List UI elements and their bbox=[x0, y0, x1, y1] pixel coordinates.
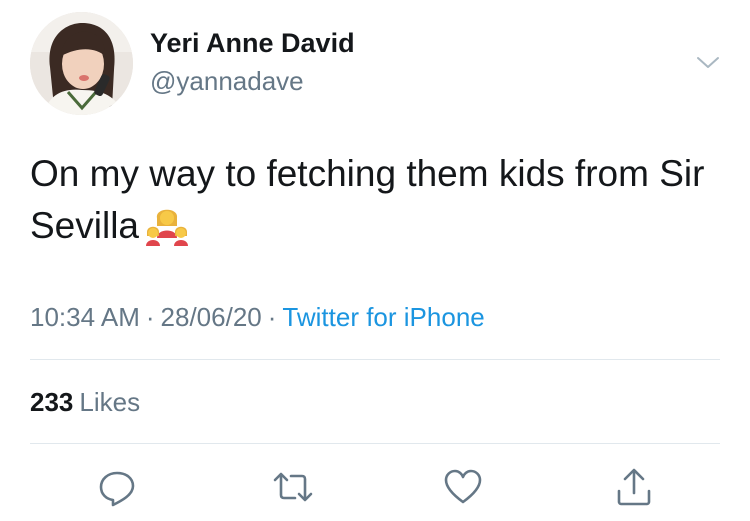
author-display-name[interactable]: Yeri Anne David bbox=[150, 28, 355, 59]
likes-stat[interactable]: 233 Likes bbox=[30, 387, 140, 418]
share-button[interactable] bbox=[614, 467, 654, 507]
divider bbox=[30, 443, 720, 444]
tweet-text-content: On my way to fetching them kids from Sir… bbox=[30, 153, 705, 246]
tweet-meta: 10:34 AM · 28/06/20 · Twitter for iPhone bbox=[30, 302, 485, 333]
retweet-icon bbox=[273, 472, 313, 502]
likes-label: Likes bbox=[79, 387, 141, 417]
meta-separator: · bbox=[267, 302, 277, 332]
likes-count: 233 bbox=[30, 387, 74, 417]
heart-icon bbox=[444, 469, 482, 504]
tweet-source-link[interactable]: Twitter for iPhone bbox=[282, 302, 484, 332]
reply-icon bbox=[99, 471, 135, 507]
timestamp-date[interactable]: 28/06/20 bbox=[161, 302, 262, 332]
meta-separator: · bbox=[145, 302, 155, 332]
like-button[interactable] bbox=[443, 467, 483, 507]
chevron-down-icon[interactable] bbox=[693, 50, 723, 74]
reply-button[interactable] bbox=[97, 467, 137, 507]
avatar[interactable] bbox=[30, 12, 133, 115]
share-icon bbox=[617, 468, 651, 506]
family-woman-girl-girl-emoji bbox=[145, 204, 189, 246]
tweet-text: On my way to fetching them kids from Sir… bbox=[30, 148, 720, 252]
divider bbox=[30, 359, 720, 360]
timestamp-time[interactable]: 10:34 AM bbox=[30, 302, 140, 332]
retweet-button[interactable] bbox=[271, 467, 315, 507]
author-handle[interactable]: @yannadave bbox=[150, 66, 304, 97]
